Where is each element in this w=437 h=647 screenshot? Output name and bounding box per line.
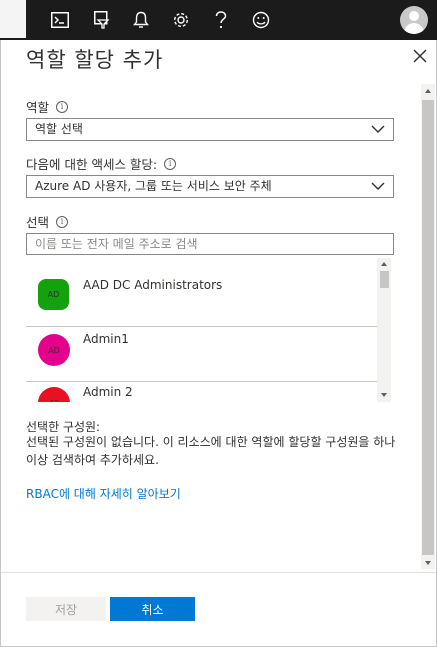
role-label: 역할 xyxy=(26,100,50,115)
help-icon[interactable] xyxy=(209,8,233,32)
footer-divider xyxy=(1,572,436,573)
chevron-down-icon xyxy=(371,182,385,190)
info-icon[interactable]: i xyxy=(56,100,69,113)
avatar-initials: AD xyxy=(48,345,60,355)
list-item[interactable]: A2 Admin 2 xyxy=(26,382,377,402)
avatar-initials: A2 xyxy=(49,399,58,402)
chevron-down-icon xyxy=(371,125,385,133)
role-dropdown-value: 역할 선택 xyxy=(35,122,83,136)
role-label-row: 역할 i xyxy=(26,97,69,116)
learn-more-link[interactable]: RBAC에 대해 자세히 알아보기 xyxy=(26,485,181,502)
user-avatar[interactable] xyxy=(400,6,428,34)
scroll-up-icon[interactable] xyxy=(380,261,388,267)
assign-access-dropdown-value: Azure AD 사용자, 그룹 또는 서비스 보안 주체 xyxy=(35,179,272,193)
cancel-button[interactable]: 취소 xyxy=(110,597,195,621)
close-icon[interactable] xyxy=(411,47,429,65)
avatar: A2 xyxy=(38,387,70,402)
select-label: 선택 xyxy=(26,215,50,230)
page: 역할 할당 추가 역할 i 역할 선택 다음에 대한 액세스 할당: i Azu… xyxy=(0,0,437,647)
avatar: AD xyxy=(38,279,69,310)
settings-icon[interactable] xyxy=(169,8,193,32)
directory-filter-icon[interactable] xyxy=(89,8,113,32)
save-button[interactable]: 저장 xyxy=(26,597,106,621)
info-icon[interactable]: i xyxy=(56,215,69,228)
scroll-down-icon[interactable] xyxy=(380,392,388,398)
assign-access-label: 다음에 대한 액세스 할당: xyxy=(26,157,158,172)
member-name: Admin1 xyxy=(83,332,129,346)
page-scroll-thumb[interactable] xyxy=(422,100,434,555)
role-dropdown[interactable]: 역할 선택 xyxy=(26,118,394,141)
scroll-up-icon[interactable] xyxy=(424,88,432,94)
top-bar xyxy=(0,0,437,40)
member-search-input[interactable]: 이름 또는 전자 메일 주소로 검색 xyxy=(26,233,394,255)
assign-access-dropdown[interactable]: Azure AD 사용자, 그룹 또는 서비스 보안 주체 xyxy=(26,175,394,198)
select-label-row: 선택 i xyxy=(26,212,69,231)
selected-members-text: 선택된 구성원이 없습니다. 이 리소스에 대한 역할에 할당할 구성원을 하나… xyxy=(26,435,396,467)
scroll-down-icon[interactable] xyxy=(424,560,432,566)
avatar-initials: AD xyxy=(47,290,60,299)
member-name: Admin 2 xyxy=(83,385,133,399)
feedback-icon[interactable] xyxy=(249,8,273,32)
notifications-icon[interactable] xyxy=(129,8,153,32)
top-bar-left-panel xyxy=(0,0,26,38)
info-icon[interactable]: i xyxy=(164,157,177,170)
page-title: 역할 할당 추가 xyxy=(26,48,164,72)
list-item[interactable]: AD Admin1 xyxy=(26,327,377,382)
member-list: AD AAD DC Administrators AD Admin1 A2 Ad… xyxy=(26,258,392,402)
member-name: AAD DC Administrators xyxy=(83,278,223,292)
assign-access-label-row: 다음에 대한 액세스 할당: i xyxy=(26,154,177,173)
avatar: AD xyxy=(38,334,70,366)
member-search-placeholder: 이름 또는 전자 메일 주소로 검색 xyxy=(35,237,198,251)
list-item[interactable]: AD AAD DC Administrators xyxy=(26,258,377,327)
cloud-shell-icon[interactable] xyxy=(48,8,72,32)
member-list-scroll-thumb[interactable] xyxy=(380,271,389,288)
